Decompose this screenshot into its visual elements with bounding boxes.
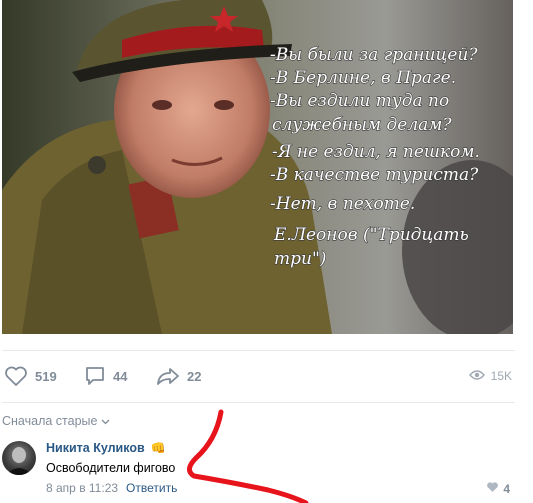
share-button[interactable]: 22 bbox=[156, 362, 201, 390]
comment-like-button[interactable]: 4 bbox=[486, 481, 510, 496]
svg-text:-В качестве туриста?: -В качестве туриста? bbox=[270, 165, 479, 185]
comment-author[interactable]: Никита Куликов 👊 bbox=[46, 441, 166, 455]
svg-text:-Нет, в пехоте.: -Нет, в пехоте. bbox=[270, 194, 415, 214]
svg-text:-Вы ездили туда по: -Вы ездили туда по bbox=[270, 91, 449, 111]
fist-emoji-icon: 👊 bbox=[150, 441, 166, 455]
svg-text:служебным делам?: служебным делам? bbox=[272, 115, 452, 135]
sort-label: Сначала старые bbox=[2, 414, 98, 428]
comment-date[interactable]: 8 апр в 11:23 bbox=[46, 481, 118, 495]
eye-icon bbox=[468, 369, 485, 384]
comments-sort-dropdown[interactable]: Сначала старые bbox=[2, 414, 110, 428]
comment-count: 44 bbox=[113, 368, 128, 384]
like-button[interactable]: 519 bbox=[4, 362, 57, 390]
quote-text: -Вы были за границей? -В Берлине, в Праг… bbox=[269, 44, 480, 269]
reply-button[interactable]: Ответить bbox=[126, 481, 177, 495]
views-count: 15K bbox=[490, 369, 512, 383]
divider bbox=[2, 350, 515, 351]
comment-button[interactable]: 44 bbox=[84, 362, 127, 390]
views-counter: 15K bbox=[468, 362, 512, 390]
svg-text:Е.Леонов ("Тридцать: Е.Леонов ("Тридцать bbox=[273, 225, 469, 245]
like-count: 519 bbox=[35, 368, 57, 384]
heart-icon bbox=[486, 481, 499, 496]
comment-icon bbox=[84, 365, 106, 387]
comment-text: Освободители фигово bbox=[46, 461, 176, 475]
post-image[interactable]: -Вы были за границей? -В Берлине, в Праг… bbox=[2, 0, 513, 334]
share-icon bbox=[156, 365, 180, 387]
comment-item: Никита Куликов 👊 Освободители фигово 8 а… bbox=[0, 437, 520, 499]
divider bbox=[2, 402, 515, 403]
svg-text:-В Берлине, в Праге.: -В Берлине, в Праге. bbox=[270, 68, 456, 88]
heart-icon bbox=[4, 365, 28, 387]
svg-text:три"): три") bbox=[274, 249, 326, 269]
comment-like-count: 4 bbox=[503, 481, 510, 496]
svg-text:-Вы были за границей?: -Вы были за границей? bbox=[270, 45, 478, 65]
comment-meta: 8 апр в 11:23 Ответить bbox=[46, 481, 177, 495]
share-count: 22 bbox=[187, 368, 202, 384]
author-name: Никита Куликов bbox=[46, 441, 145, 455]
post-actions: 519 44 22 15K bbox=[0, 362, 520, 390]
avatar[interactable] bbox=[2, 441, 36, 475]
photo-illustration: -Вы были за границей? -В Берлине, в Праг… bbox=[2, 0, 513, 334]
chevron-down-icon bbox=[101, 414, 110, 428]
svg-text:-Я не ездил, я пешком.: -Я не ездил, я пешком. bbox=[272, 142, 480, 162]
